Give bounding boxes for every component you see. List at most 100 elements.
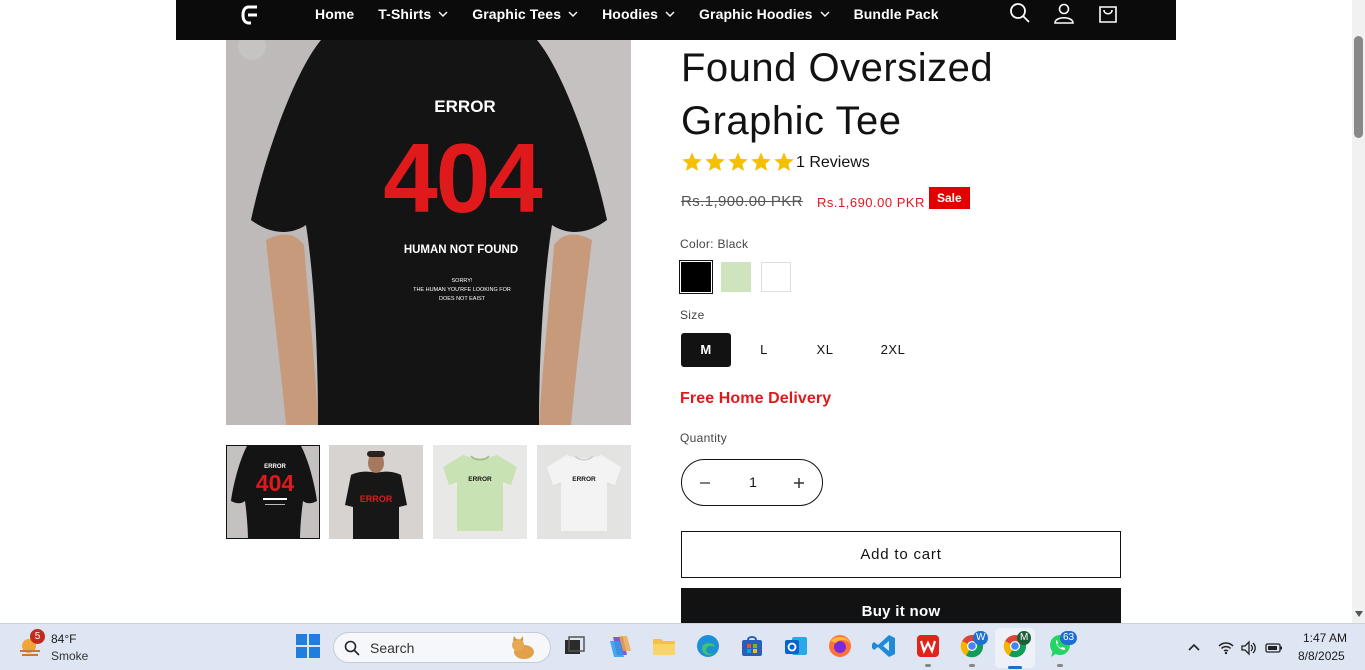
wps-running-indicator [925, 664, 931, 667]
scrollbar-thumb[interactable] [1354, 36, 1363, 138]
size-label: Size [680, 308, 705, 322]
plus-icon[interactable] [788, 472, 810, 494]
search-icon[interactable] [1008, 1, 1032, 25]
thumb-model-front-image: ERROR [329, 445, 423, 539]
nav-graphic-hoodies-label: Graphic Hoodies [699, 6, 813, 22]
product-main-image[interactable]: ERROR 404 HUMAN NOT FOUND SORRY! THE HUM… [226, 40, 631, 425]
site-header: Home T-Shirts Graphic Tees Hoodies Graph… [176, 0, 1176, 40]
whatsapp-running-indicator [1057, 664, 1063, 667]
firefox-icon[interactable] [827, 633, 853, 659]
reviews-count[interactable]: 1 Reviews [796, 154, 870, 172]
product-title-line2: Graphic Tee [681, 99, 902, 143]
quantity-stepper: 1 [681, 459, 823, 506]
start-icon[interactable] [295, 633, 321, 659]
color-swatch-white[interactable] [761, 262, 791, 292]
windows-taskbar: 5 84°F Smoke Search W M 63 1:47 AM 8/8/2… [0, 623, 1365, 670]
star-icon [774, 152, 794, 171]
weather-condition[interactable]: Smoke [51, 649, 88, 663]
file-explorer-icon[interactable] [651, 633, 677, 659]
thumb-404-text: 404 [256, 470, 295, 496]
temperature[interactable]: 84°F [51, 632, 76, 646]
thumb-black-back-image: ERROR 404 [227, 446, 319, 538]
product-title: Found Oversized Graphic Tee [681, 42, 1101, 148]
color-swatch-black[interactable] [679, 260, 713, 294]
nav-tshirts[interactable]: T-Shirts [378, 6, 448, 22]
search-icon [344, 640, 360, 656]
scroll-down-arrow-icon[interactable] [1355, 611, 1363, 617]
color-swatch-green[interactable] [721, 262, 751, 292]
quantity-input[interactable]: 1 [738, 474, 768, 490]
vscode-icon[interactable] [871, 633, 897, 659]
size-option-m[interactable]: M [681, 333, 731, 367]
minus-icon[interactable] [694, 472, 716, 494]
nav-graphic-tees[interactable]: Graphic Tees [472, 6, 578, 22]
nav-graphic-hoodies[interactable]: Graphic Hoodies [699, 6, 830, 22]
nav-bundle-pack-label: Bundle Pack [853, 6, 939, 22]
nav-graphic-tees-label: Graphic Tees [472, 6, 562, 22]
regular-price: Rs.1,900.00 PKR [681, 193, 803, 210]
copilot-icon[interactable] [607, 633, 633, 659]
print-small-line2: THE HUMAN YOU'RFE LOOKING FOR [413, 287, 511, 293]
chevron-down-icon [820, 11, 830, 17]
star-icon [682, 152, 702, 171]
star-icon [705, 152, 725, 171]
cat-doodle-icon [512, 636, 534, 659]
sale-badge: Sale [929, 187, 970, 209]
clock-time[interactable]: 1:47 AM [1303, 631, 1347, 645]
quantity-label: Quantity [680, 431, 728, 445]
thumbnail-4[interactable]: ERROR [537, 445, 631, 539]
size-option-2xl[interactable]: 2XL [872, 333, 914, 367]
size-option-xl[interactable]: XL [806, 333, 844, 367]
whatsapp-unread-badge: 63 [1060, 631, 1078, 645]
thumb-white-error-text: ERROR [572, 476, 596, 483]
search-placeholder: Search [370, 640, 415, 656]
sale-price: Rs.1,690.00 PKR [817, 195, 925, 210]
nav-home[interactable]: Home [315, 6, 354, 22]
battery-icon[interactable] [1265, 639, 1283, 657]
outlook-icon[interactable] [783, 633, 809, 659]
store-page: Home T-Shirts Graphic Tees Hoodies Graph… [0, 0, 1352, 623]
account-icon[interactable] [1052, 1, 1076, 25]
add-to-cart-button[interactable]: Add to cart [681, 531, 1121, 578]
nav-bundle-pack[interactable]: Bundle Pack [854, 6, 939, 22]
wps-office-icon[interactable] [915, 633, 941, 659]
store-icon[interactable] [739, 633, 765, 659]
star-icon [728, 152, 748, 171]
weather-badge: 5 [30, 629, 45, 644]
thumb-green-front-image: ERROR [433, 445, 527, 539]
star-icon [751, 152, 771, 171]
clock-date[interactable]: 8/8/2025 [1298, 649, 1345, 663]
main-nav: Home T-Shirts Graphic Tees Hoodies Graph… [315, 0, 963, 28]
print-error-text: ERROR [434, 97, 495, 116]
print-small-line3: DOES NOT EAIST [439, 296, 486, 302]
thumbnail-2[interactable]: ERROR [329, 445, 423, 539]
rating-stars[interactable] [681, 151, 796, 173]
thumbnail-1[interactable]: ERROR 404 [226, 445, 320, 539]
brand-logo-icon[interactable] [240, 3, 262, 27]
taskbar-search[interactable]: Search [333, 632, 551, 663]
color-label: Color: Black [680, 237, 749, 251]
buy-it-now-button[interactable]: Buy it now [681, 588, 1121, 623]
page-scrollbar[interactable] [1352, 0, 1365, 623]
product-title-line1: Found Oversized [681, 46, 994, 90]
wifi-icon[interactable] [1217, 639, 1235, 657]
chevron-up-icon[interactable] [1185, 639, 1203, 657]
thumb-white-front-image: ERROR [537, 445, 631, 539]
nav-tshirts-label: T-Shirts [378, 6, 432, 22]
chevron-down-icon [438, 11, 448, 17]
thumbnail-3[interactable]: ERROR [433, 445, 527, 539]
chrome-w-profile-badge: W [973, 631, 989, 645]
size-option-l[interactable]: L [748, 333, 780, 367]
edge-icon[interactable] [695, 633, 721, 659]
print-404-text: 404 [383, 123, 542, 233]
chevron-down-icon [665, 11, 675, 17]
nav-hoodies-label: Hoodies [602, 6, 659, 22]
task-view-icon[interactable] [561, 633, 587, 659]
chrome-m-active-indicator [1008, 666, 1022, 669]
thumb-green-error-text: ERROR [468, 476, 492, 483]
nav-hoodies[interactable]: Hoodies [602, 6, 675, 22]
chrome-w-running-indicator [969, 664, 975, 667]
nav-home-label: Home [315, 6, 355, 22]
volume-icon[interactable] [1240, 639, 1258, 657]
cart-icon[interactable] [1096, 1, 1120, 25]
